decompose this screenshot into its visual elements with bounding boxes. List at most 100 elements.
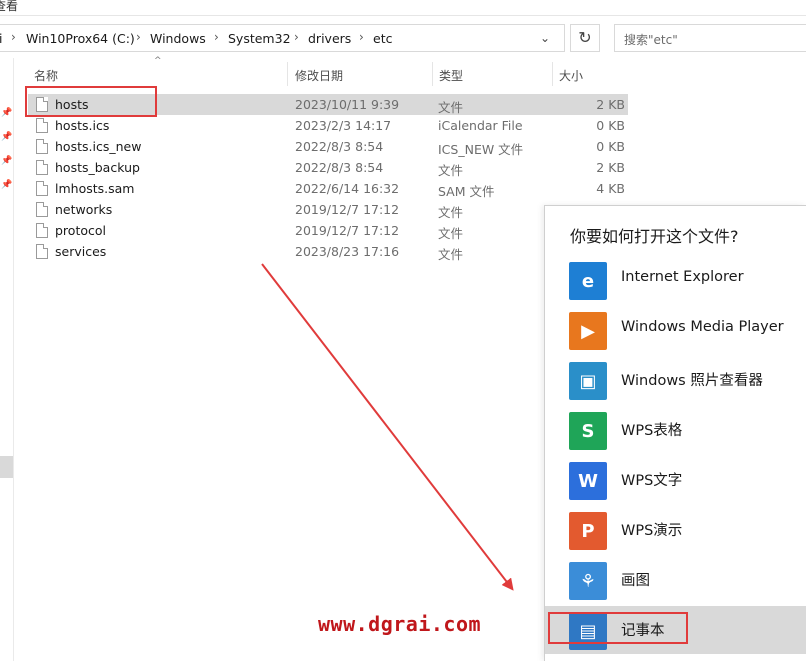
breadcrumb-system32[interactable]: System32	[228, 31, 291, 46]
menu-strip: 查看	[0, 0, 806, 16]
search-placeholder: 搜索"etc"	[624, 33, 678, 47]
internet-explorer-icon: e	[569, 262, 607, 300]
sort-up-icon: ^	[154, 56, 162, 66]
file-name: hosts_backup	[55, 160, 140, 175]
file-icon	[36, 244, 48, 259]
breadcrumb-separator: ›	[359, 30, 364, 44]
file-icon	[36, 181, 48, 196]
navigation-selected-item[interactable]	[0, 456, 13, 478]
dialog-title: 你要如何打开这个文件?	[570, 227, 739, 246]
file-name: hosts.ics_new	[55, 139, 142, 154]
app-option[interactable]: ▶ Windows Media Player	[545, 306, 806, 354]
file-name: networks	[55, 202, 113, 217]
file-size: 0 KB	[596, 118, 625, 133]
media-player-icon: ▶	[569, 312, 607, 350]
file-name: hosts.ics	[55, 118, 110, 133]
breadcrumb-separator: ›	[214, 30, 219, 44]
file-icon	[36, 118, 48, 133]
file-type: 文件	[438, 100, 464, 115]
paint-icon: ⚘	[569, 562, 607, 600]
file-date: 2023/10/11 9:39	[295, 97, 400, 112]
pin-icon[interactable]: 📌	[1, 132, 12, 142]
file-date: 2019/12/7 17:12	[295, 202, 400, 217]
file-row[interactable]: hosts.ics_new 2022/8/3 8:54 ICS_NEW 文件 0 KB	[28, 136, 628, 157]
watermark: www.dgrai.com	[318, 612, 482, 636]
app-option[interactable]: P WPS演示	[545, 506, 806, 554]
column-header-size[interactable]: 大小	[559, 67, 583, 91]
app-label: Windows Media Player	[621, 319, 784, 335]
view-menu-label[interactable]: 查看	[0, 0, 18, 14]
file-date: 2023/8/23 17:16	[295, 244, 400, 259]
file-date: 2022/6/14 16:32	[295, 181, 400, 196]
breadcrumb-windows[interactable]: Windows	[150, 31, 206, 46]
column-header-type[interactable]: 类型	[439, 67, 463, 91]
navigation-pane: 📌 📌 📌 📌	[0, 58, 14, 661]
file-row[interactable]: protocol 2019/12/7 17:12 文件	[28, 220, 628, 241]
file-type: ICS_NEW 文件	[438, 142, 524, 157]
pin-icon[interactable]: 📌	[1, 156, 12, 166]
file-row[interactable]: networks 2019/12/7 17:12 文件	[28, 199, 628, 220]
address-row: i › Win10Prox64 (C:) › Windows › System3…	[0, 24, 806, 52]
app-option[interactable]: e Internet Explorer	[545, 256, 806, 304]
file-name: lmhosts.sam	[55, 181, 135, 196]
breadcrumb-drive[interactable]: Win10Prox64 (C:)	[26, 31, 135, 46]
file-name: protocol	[55, 223, 106, 238]
file-row[interactable]: lmhosts.sam 2022/6/14 16:32 SAM 文件 4 KB	[28, 178, 628, 199]
file-size: 2 KB	[596, 97, 625, 112]
file-date: 2022/8/3 8:54	[295, 139, 384, 154]
file-icon	[36, 202, 48, 217]
file-type: 文件	[438, 205, 464, 220]
app-option[interactable]: W WPS文字	[545, 456, 806, 504]
file-type: iCalendar File	[438, 118, 523, 133]
app-label: Internet Explorer	[621, 269, 744, 285]
search-input[interactable]: 搜索"etc"	[614, 24, 806, 52]
file-date: 2019/12/7 17:12	[295, 223, 400, 238]
file-icon	[36, 223, 48, 238]
refresh-icon: ↻	[578, 28, 592, 47]
address-bar[interactable]: i › Win10Prox64 (C:) › Windows › System3…	[0, 24, 565, 52]
pin-icon[interactable]: 📌	[1, 180, 12, 190]
app-label: 画图	[621, 573, 650, 589]
app-label: WPS文字	[621, 473, 683, 489]
file-size: 0 KB	[596, 139, 625, 154]
file-icon	[36, 139, 48, 154]
file-type: 文件	[438, 163, 464, 178]
app-label: WPS演示	[621, 523, 683, 539]
column-divider[interactable]	[552, 62, 553, 86]
file-type: 文件	[438, 226, 464, 241]
hosts-highlight-box	[25, 86, 157, 117]
breadcrumb-separator: ›	[136, 30, 141, 44]
breadcrumb-drivers[interactable]: drivers	[308, 31, 351, 46]
column-divider[interactable]	[287, 62, 288, 86]
file-icon	[36, 160, 48, 175]
file-size: 4 KB	[596, 181, 625, 196]
breadcrumb-etc[interactable]: etc	[373, 31, 392, 46]
app-option[interactable]: ⚘ 画图	[545, 556, 806, 604]
column-header-date[interactable]: 修改日期	[295, 67, 343, 91]
pin-icon[interactable]: 📌	[1, 108, 12, 118]
app-label: WPS表格	[621, 423, 683, 439]
wps-presentation-icon: P	[569, 512, 607, 550]
photo-viewer-icon: ▣	[569, 362, 607, 400]
breadcrumb-fragment: i	[0, 31, 3, 46]
file-row[interactable]: hosts_backup 2022/8/3 8:54 文件 2 KB	[28, 157, 628, 178]
app-option[interactable]: ▣ Windows 照片查看器	[545, 356, 806, 404]
refresh-button[interactable]: ↻	[570, 24, 600, 52]
app-option[interactable]: S WPS表格	[545, 406, 806, 454]
open-with-dialog: 你要如何打开这个文件? e Internet Explorer ▶ Windows M…	[544, 205, 806, 661]
wps-writer-icon: W	[569, 462, 607, 500]
file-size: 2 KB	[596, 160, 625, 175]
notepad-highlight-box	[548, 612, 688, 644]
breadcrumb-separator: ›	[294, 30, 299, 44]
file-name: services	[55, 244, 107, 259]
file-row[interactable]: hosts.ics 2023/2/3 14:17 iCalendar File 0 K…	[28, 115, 628, 136]
app-label: Windows 照片查看器	[621, 373, 763, 389]
column-divider[interactable]	[432, 62, 433, 86]
file-type: 文件	[438, 247, 464, 262]
breadcrumb-separator: ›	[11, 30, 16, 44]
chevron-down-icon[interactable]: ⌄	[540, 31, 550, 45]
file-type: SAM 文件	[438, 184, 495, 199]
file-date: 2023/2/3 14:17	[295, 118, 392, 133]
wps-sheet-icon: S	[569, 412, 607, 450]
file-row[interactable]: services 2023/8/23 17:16 文件	[28, 241, 628, 262]
